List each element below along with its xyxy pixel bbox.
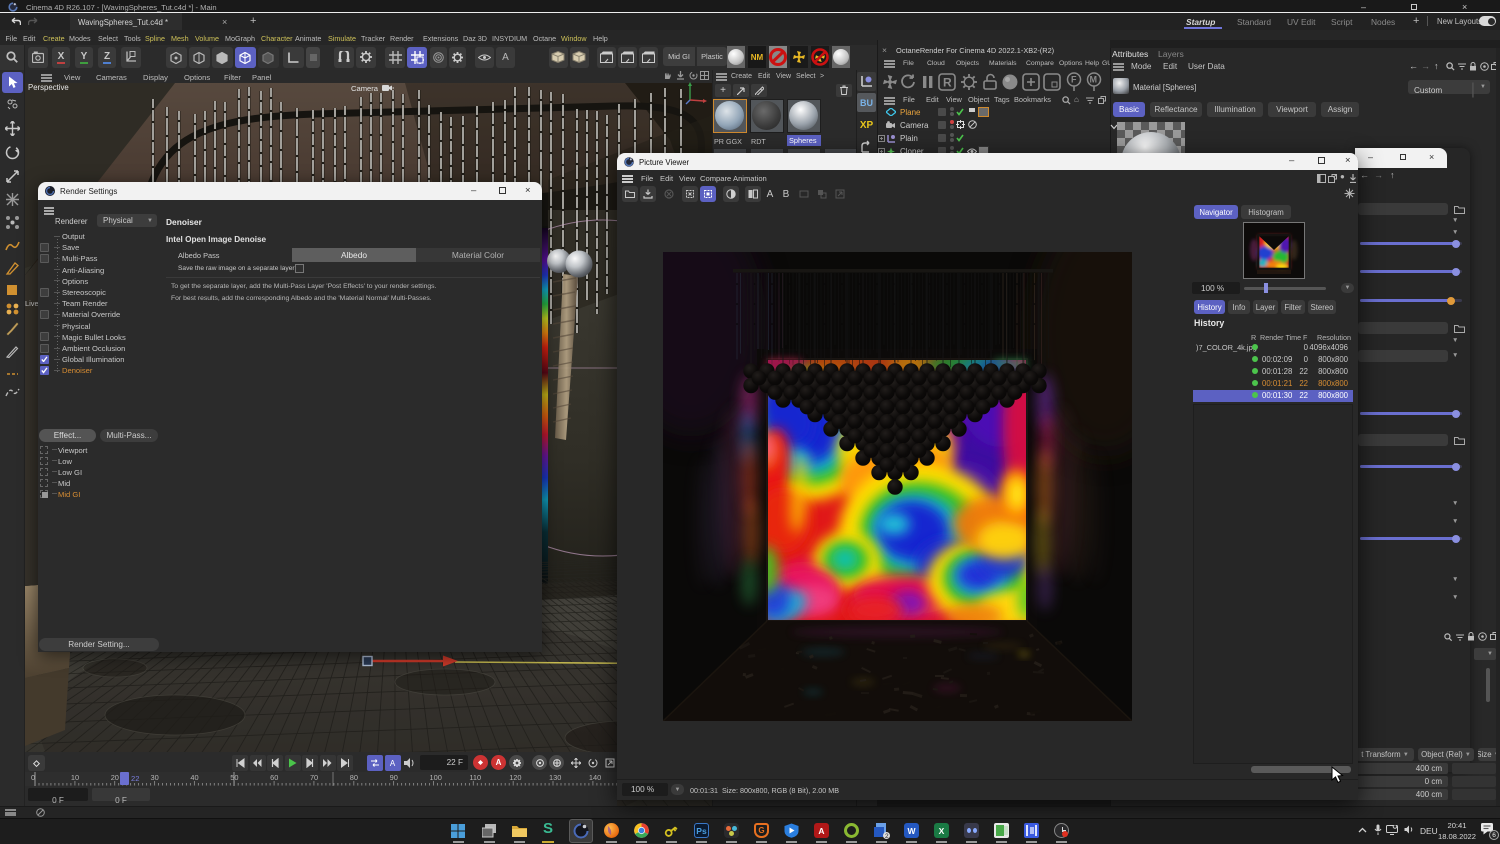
svg-text:60: 60 <box>270 773 278 782</box>
svg-text:10: 10 <box>71 773 79 782</box>
svg-text:2: 2 <box>885 833 889 839</box>
svg-text:30: 30 <box>151 773 159 782</box>
svg-text:130: 130 <box>549 773 561 782</box>
svg-text:80: 80 <box>350 773 358 782</box>
svg-text:90: 90 <box>390 773 398 782</box>
svg-text:F: F <box>1071 75 1077 85</box>
svg-text:110: 110 <box>469 773 481 782</box>
svg-text:R: R <box>943 76 952 90</box>
svg-text:120: 120 <box>509 773 521 782</box>
svg-text:70: 70 <box>310 773 318 782</box>
svg-text:M: M <box>1090 75 1098 85</box>
svg-text:20: 20 <box>111 773 119 782</box>
svg-text:140: 140 <box>589 773 601 782</box>
svg-text:100: 100 <box>430 773 442 782</box>
svg-text:40: 40 <box>190 773 198 782</box>
